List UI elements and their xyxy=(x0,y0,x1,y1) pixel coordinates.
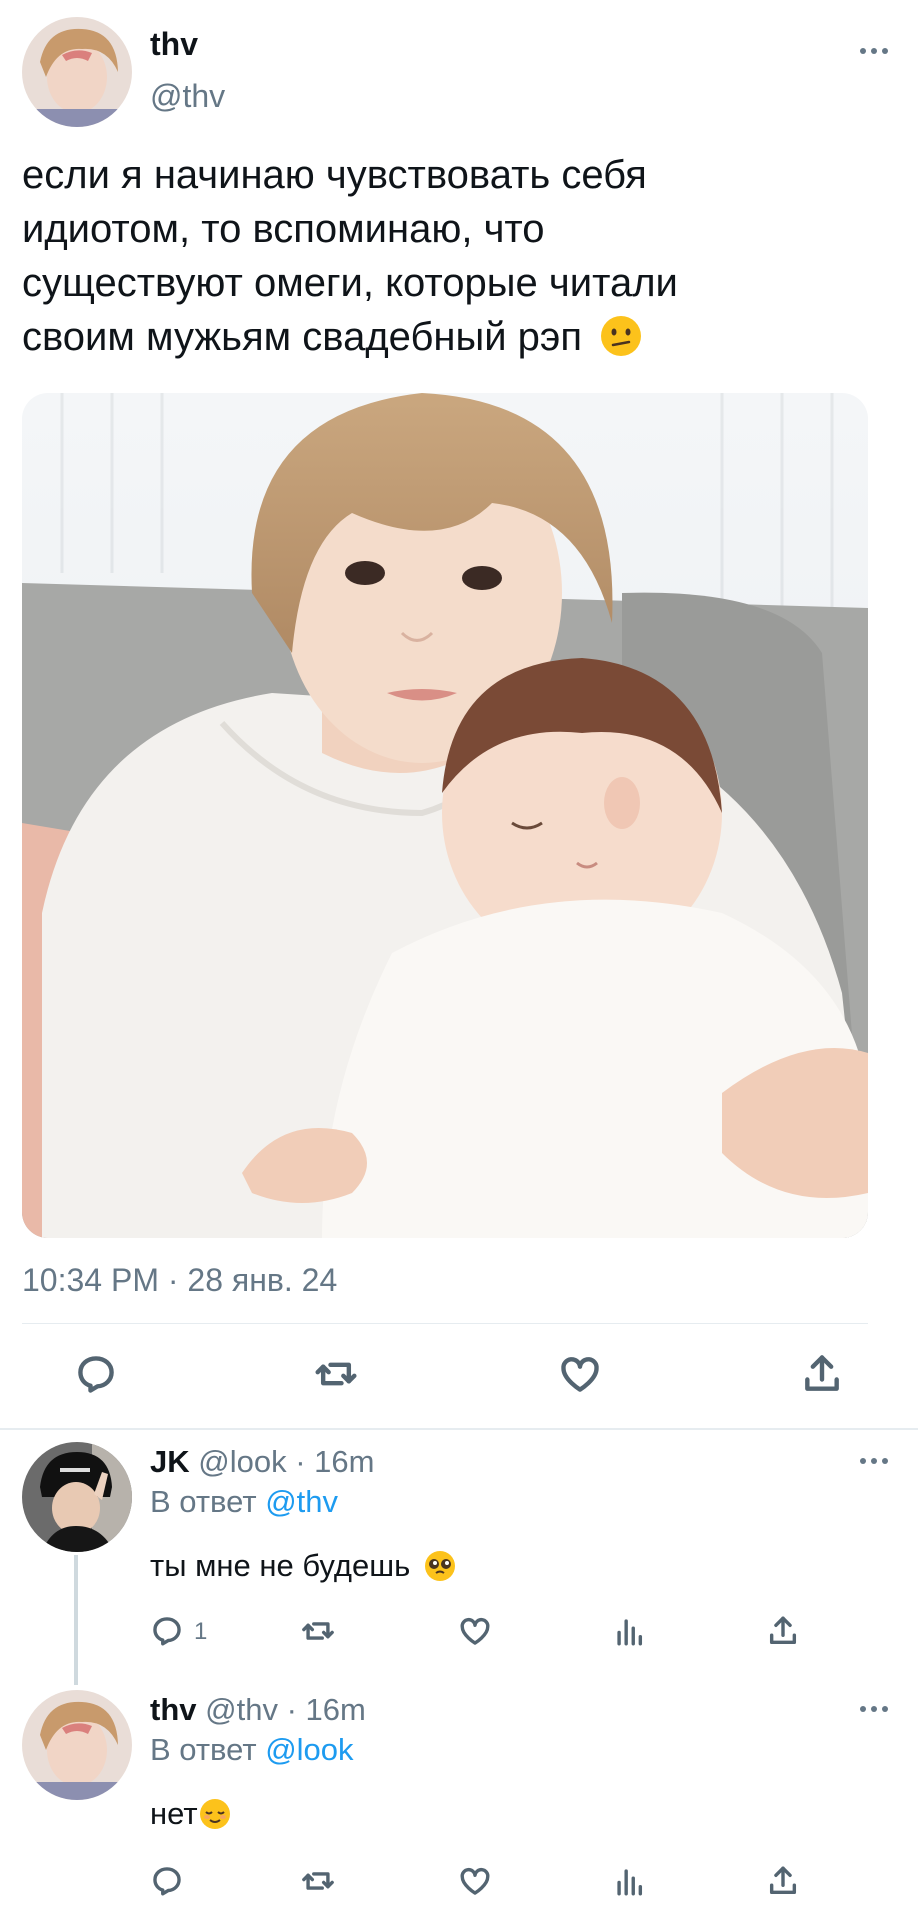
reply-icon[interactable] xyxy=(150,1864,184,1898)
more-options-icon[interactable] xyxy=(860,1706,888,1712)
reply-avatar[interactable] xyxy=(22,1690,132,1800)
views-icon[interactable] xyxy=(612,1614,646,1648)
like-icon[interactable] xyxy=(458,1864,492,1898)
tweet-text-line: идиотом, то вспоминаю, что xyxy=(22,207,545,251)
author-display-name[interactable]: thv xyxy=(150,26,198,63)
photo-man-holding-sleeping-baby xyxy=(22,393,868,1238)
share-icon[interactable] xyxy=(800,1352,844,1396)
tweet-text: если я начинаю чувствовать себя идиотом,… xyxy=(22,148,882,364)
tweet-timestamp[interactable]: 10:34 PM · 28 янв. 24 xyxy=(22,1262,337,1299)
retweet-icon[interactable] xyxy=(300,1864,336,1898)
views-icon[interactable] xyxy=(612,1864,646,1898)
reply-icon[interactable] xyxy=(150,1614,184,1648)
divider xyxy=(0,1428,918,1430)
reply-actions xyxy=(0,1864,918,1904)
retweet-icon[interactable] xyxy=(313,1352,359,1396)
reply-time[interactable]: · 16m xyxy=(287,1692,366,1727)
retweet-icon[interactable] xyxy=(300,1614,336,1648)
more-options-icon[interactable] xyxy=(860,1458,888,1464)
tweet-text-line: если я начинаю чувствовать себя xyxy=(22,153,647,197)
reply-header: thv @thv · 16m xyxy=(150,1692,366,1728)
reply-handle[interactable]: @look xyxy=(198,1444,286,1479)
replying-to-prefix: В ответ xyxy=(150,1484,257,1519)
author-avatar[interactable] xyxy=(22,17,132,127)
reply-count: 1 xyxy=(194,1618,208,1645)
reply-display-name[interactable]: thv xyxy=(150,1692,197,1727)
avatar-image xyxy=(22,1690,132,1800)
divider xyxy=(22,1323,868,1324)
tweet-actions xyxy=(0,1352,918,1402)
reply-text-content: нет xyxy=(150,1796,198,1831)
share-icon[interactable] xyxy=(766,1614,800,1648)
tweet-text-line-content: своим мужьям свадебный рэп xyxy=(22,315,582,359)
replying-to: В ответ @thv xyxy=(150,1484,338,1520)
avatar-image xyxy=(22,17,132,127)
replying-to-prefix: В ответ xyxy=(150,1732,257,1767)
tweet-text-line: существуют омеги, которые читали xyxy=(22,261,678,305)
reply-avatar[interactable] xyxy=(22,1442,132,1552)
replying-to-handle[interactable]: @thv xyxy=(265,1484,338,1519)
tweet-photo[interactable] xyxy=(22,393,868,1238)
author-handle[interactable]: @thv xyxy=(150,78,225,115)
like-icon[interactable] xyxy=(558,1352,602,1396)
more-options-icon[interactable] xyxy=(860,48,888,54)
like-icon[interactable] xyxy=(458,1614,492,1648)
reply-header: JK @look · 16m xyxy=(150,1444,374,1480)
replying-to-handle[interactable]: @look xyxy=(265,1732,353,1767)
tweet-text-line: своим мужьям свадебный рэп xyxy=(22,310,882,364)
relieved-face-emoji xyxy=(199,1798,230,1829)
share-icon[interactable] xyxy=(766,1864,800,1898)
confused-face-emoji xyxy=(601,316,642,357)
avatar-image xyxy=(22,1442,132,1552)
reply-actions: 1 xyxy=(0,1614,918,1654)
pleading-face-emoji xyxy=(424,1550,455,1581)
reply-icon[interactable] xyxy=(74,1352,118,1396)
replying-to: В ответ @look xyxy=(150,1732,354,1768)
reply-text: ты мне не будешь xyxy=(150,1548,457,1584)
reply-display-name[interactable]: JK xyxy=(150,1444,190,1479)
reply-text-content: ты мне не будешь xyxy=(150,1548,411,1583)
reply-handle[interactable]: @thv xyxy=(205,1692,278,1727)
reply-time[interactable]: · 16m xyxy=(295,1444,374,1479)
reply-text: нет xyxy=(150,1796,232,1832)
